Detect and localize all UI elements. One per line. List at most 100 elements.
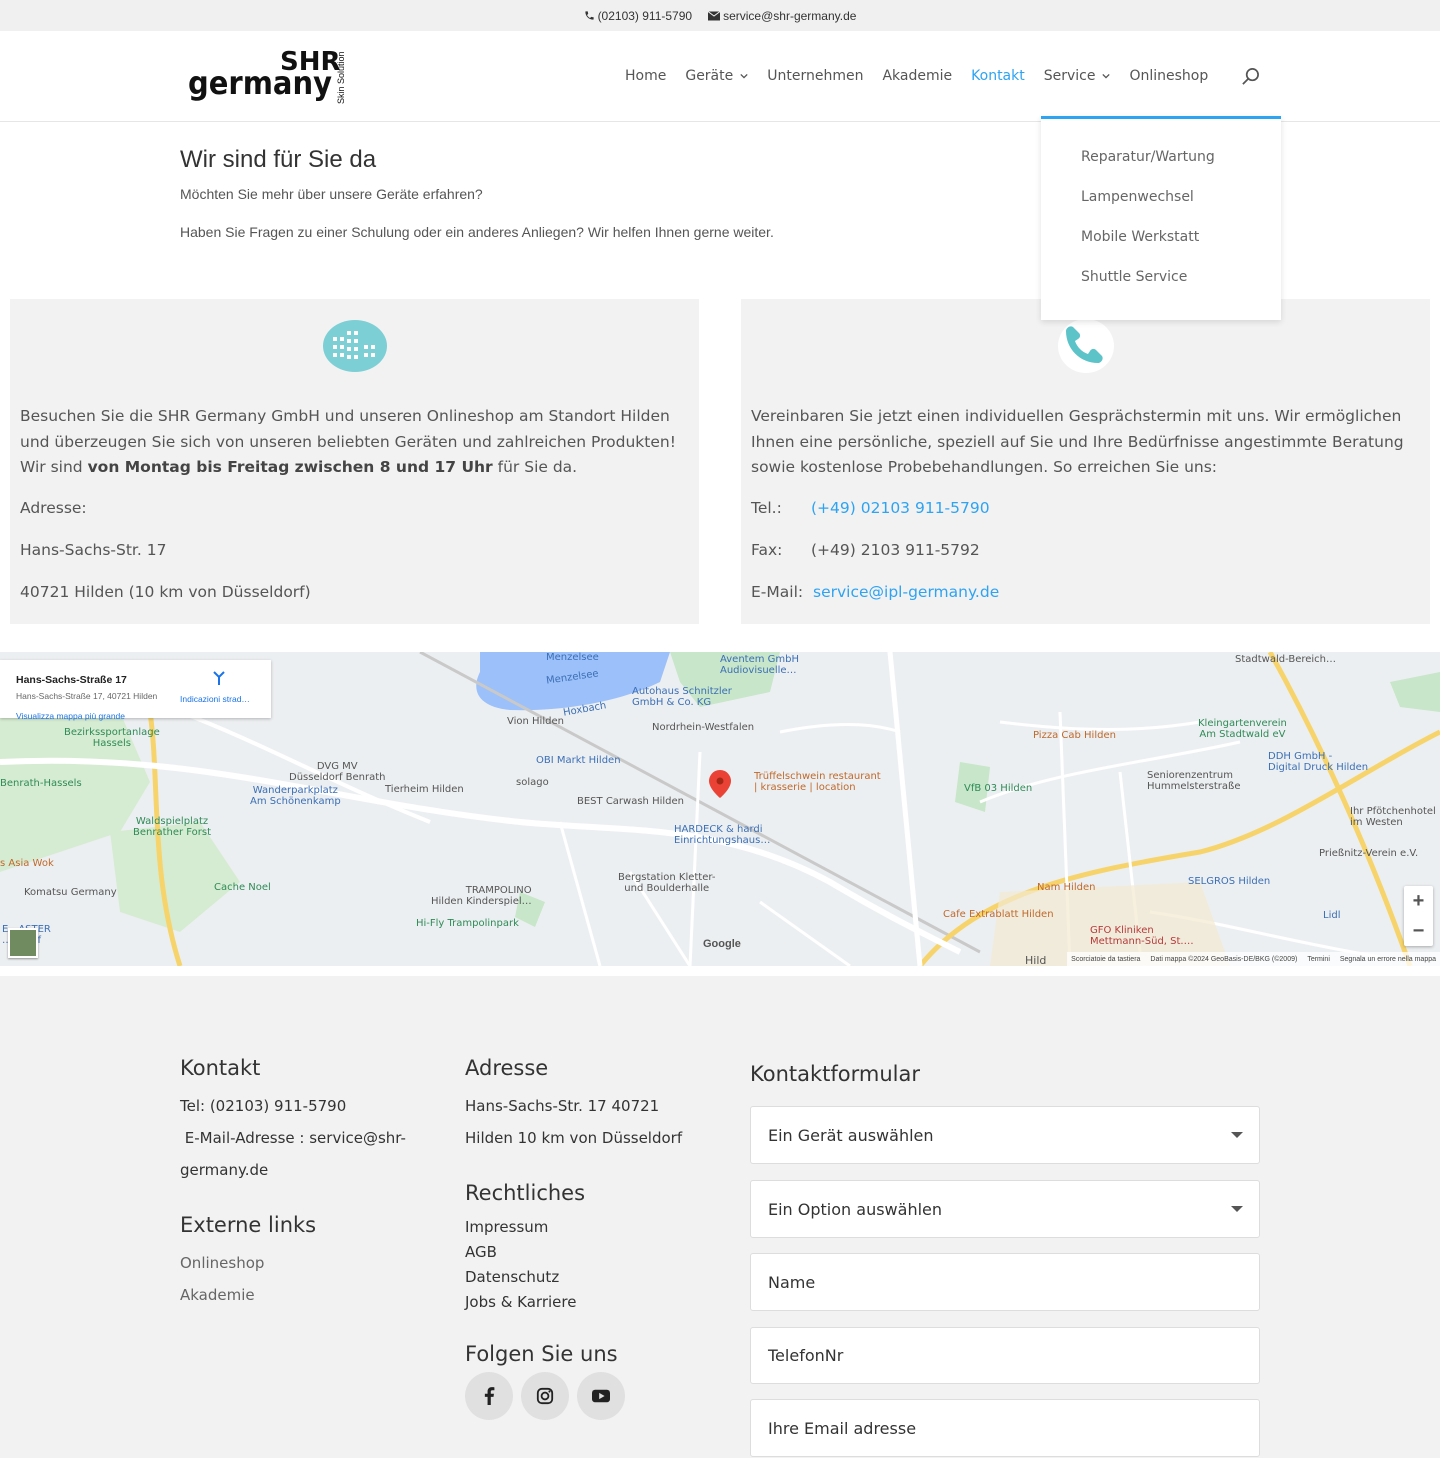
nav-akademie-label: Akademie — [882, 68, 953, 84]
map-poi[interactable]: Bergstation Kletter- und Boulderhalle — [618, 872, 715, 894]
instagram-icon — [536, 1387, 554, 1405]
dropdown-item-lampenwechsel[interactable]: Lampenwechsel — [1041, 189, 1281, 229]
facebook-icon — [484, 1387, 495, 1405]
footer-adresse-heading: Adresse — [465, 1056, 549, 1080]
map-poi[interactable]: BEST Carwash Hilden — [577, 796, 684, 807]
mail-link[interactable]: service@ipl-germany.de — [813, 583, 999, 601]
search-icon[interactable] — [1241, 67, 1260, 86]
map-larger-link[interactable]: Visualizza mappa più grande — [16, 711, 125, 721]
map-poi[interactable]: DVG MV Düsseldorf Benrath — [289, 761, 386, 783]
topbar-phone[interactable]: (02103) 911-5790 — [584, 9, 692, 23]
visit-card: Besuchen Sie die SHR Germany GmbH und un… — [10, 299, 699, 624]
nav-onlineshop-label: Onlineshop — [1129, 68, 1209, 84]
map-terms-link[interactable]: Termini — [1307, 956, 1330, 963]
nav-akademie[interactable]: Akademie — [882, 68, 952, 84]
phone-icon — [1058, 319, 1114, 373]
map-report-link[interactable]: Segnala un errore nella mappa — [1340, 956, 1436, 963]
nav-geraete[interactable]: Geräte — [685, 68, 748, 84]
map-poi[interactable]: Seniorenzentrum Hummelsterstraße — [1147, 770, 1241, 792]
email-input[interactable]: Ihre Email adresse — [750, 1399, 1260, 1457]
footer-link-onlineshop[interactable]: Onlineshop — [180, 1254, 264, 1272]
contact-mail-row: E-Mail: service@ipl-germany.de — [751, 583, 999, 601]
nav-unternehmen[interactable]: Unternehmen — [767, 68, 863, 84]
map-poi[interactable]: Waldspielplatz Benrather Forst — [133, 816, 211, 838]
map-poi[interactable]: SELGROS Hilden — [1188, 876, 1270, 887]
site-logo[interactable]: SHR germany Skin Solution — [188, 44, 358, 108]
footer-link-impressum[interactable]: Impressum — [465, 1218, 548, 1236]
device-select-value: Ein Gerät auswählen — [768, 1125, 934, 1145]
zoom-in-button[interactable]: + — [1404, 886, 1433, 916]
footer-social-heading: Folgen Sie uns — [465, 1342, 618, 1366]
facebook-button[interactable] — [465, 1372, 513, 1420]
nav-onlineshop[interactable]: Onlineshop — [1129, 68, 1208, 84]
map-poi[interactable]: Wanderparkplatz Am Schönenkamp — [250, 785, 341, 807]
map-poi: Stadtwald-Bereich… — [1235, 654, 1337, 665]
topbar-email-text: service@shr-germany.de — [723, 8, 857, 23]
map-poi[interactable]: s Asia Wok — [0, 858, 54, 869]
phone-input-placeholder: TelefonNr — [768, 1346, 844, 1365]
zoom-out-button[interactable]: − — [1404, 916, 1433, 946]
logo-germany: germany — [188, 64, 332, 102]
map-poi[interactable]: Hi-Fly Trampolinpark — [416, 918, 519, 929]
map-info-title: Hans-Sachs-Straße 17 — [16, 674, 127, 686]
map-zoom-controls: + − — [1404, 886, 1433, 946]
instagram-button[interactable] — [521, 1372, 569, 1420]
map-poi[interactable]: Cache Noel — [214, 882, 271, 893]
footer-link-agb[interactable]: AGB — [465, 1243, 497, 1261]
map-poi[interactable]: Autohaus Schnitzler GmbH & Co. KG — [632, 686, 732, 708]
map-poi[interactable]: Menzelsee — [546, 652, 599, 663]
option-select[interactable]: Ein Option auswählen — [750, 1180, 1260, 1238]
map-poi[interactable]: Aventem GmbH Audiovisuelle… — [720, 654, 799, 676]
nav-service[interactable]: Service — [1044, 68, 1111, 84]
topbar-email[interactable]: service@shr-germany.de — [708, 9, 856, 23]
name-input[interactable]: Name — [750, 1253, 1260, 1311]
map-shortcuts-link[interactable]: Scorciatoie da tastiera — [1071, 956, 1140, 963]
footer-link-akademie[interactable]: Akademie — [180, 1286, 255, 1304]
phone-input[interactable]: TelefonNr — [750, 1327, 1260, 1384]
footer-kontakt-tel: Tel: (02103) 911-5790 — [180, 1097, 347, 1115]
map-poi[interactable]: HARDECK & hardi Einrichtungshaus… — [674, 824, 770, 846]
map-poi[interactable]: Bezirkssportanlage Hassels — [64, 727, 160, 749]
tel-link[interactable]: (+49) 02103 911-5790 — [811, 499, 990, 517]
intro-help: Haben Sie Fragen zu einer Schulung oder … — [180, 224, 774, 240]
dropdown-item-shuttle-service[interactable]: Shuttle Service — [1041, 269, 1281, 309]
youtube-button[interactable] — [577, 1372, 625, 1420]
directions-icon[interactable] — [212, 670, 226, 686]
nav-kontakt[interactable]: Kontakt — [971, 68, 1025, 84]
google-map[interactable]: Hans-Sachs-Straße 17 Hans-Sachs-Straße 1… — [0, 652, 1440, 966]
nav-home-label: Home — [625, 68, 667, 84]
map-poi[interactable]: OBI Markt Hilden — [536, 755, 621, 766]
satellite-toggle[interactable] — [8, 928, 38, 958]
nav-service-label: Service — [1043, 68, 1096, 84]
map-poi[interactable]: DDH GmbH - Digital Druck Hilden — [1268, 751, 1368, 773]
top-bar: (02103) 911-5790 service@shr-germany.de — [0, 0, 1440, 31]
chevron-down-icon — [740, 73, 748, 79]
map-poi[interactable]: Tierheim Hilden — [385, 784, 464, 795]
address-city: 40721 Hilden (10 km von Düsseldorf) — [20, 583, 311, 601]
map-poi[interactable]: Pizza Cab Hilden — [1033, 730, 1116, 741]
map-poi[interactable]: Ihr Pfötchenhotel im Westen — [1350, 806, 1436, 828]
map-poi[interactable]: GFO Kliniken Mettmann-Süd, St.… — [1090, 925, 1194, 947]
nav-home[interactable]: Home — [625, 68, 666, 84]
map-poi[interactable]: Cafe Extrablatt Hilden — [943, 909, 1054, 920]
map-poi[interactable]: Vion Hilden — [507, 716, 564, 727]
dropdown-item-reparatur[interactable]: Reparatur/Wartung — [1041, 149, 1281, 189]
map-poi: Nordrhein-Westfalen — [652, 722, 755, 733]
footer-kontakt-mail-b: germany.de — [180, 1161, 269, 1179]
map-poi[interactable]: TRAMPOLINO Hilden Kinderspiel… — [431, 885, 532, 907]
map-poi[interactable]: VfB 03 Hilden — [964, 783, 1032, 794]
map-poi[interactable]: Lidl — [1323, 910, 1340, 921]
map-poi[interactable]: Trüffelschwein restaurant | krasserie | … — [754, 771, 881, 793]
map-poi[interactable]: solago — [516, 777, 549, 788]
nav-unternehmen-label: Unternehmen — [767, 68, 864, 84]
map-poi[interactable]: Kleingartenverein Am Stadtwald eV — [1198, 718, 1287, 740]
footer-link-datenschutz[interactable]: Datenschutz — [465, 1268, 559, 1286]
map-directions-link[interactable]: Indicazioni strad… — [180, 694, 250, 704]
map-poi[interactable]: Nam Hilden — [1037, 882, 1095, 893]
map-poi[interactable]: Prießnitz-Verein e.V. — [1319, 848, 1418, 859]
dropdown-item-mobile-werkstatt[interactable]: Mobile Werkstatt — [1041, 229, 1281, 269]
footer-link-jobs[interactable]: Jobs & Karriere — [465, 1293, 576, 1311]
site-header: SHR germany Skin Solution Home Geräte Un… — [0, 31, 1440, 122]
device-select[interactable]: Ein Gerät auswählen — [750, 1106, 1260, 1164]
map-poi[interactable]: Komatsu Germany — [24, 887, 117, 898]
